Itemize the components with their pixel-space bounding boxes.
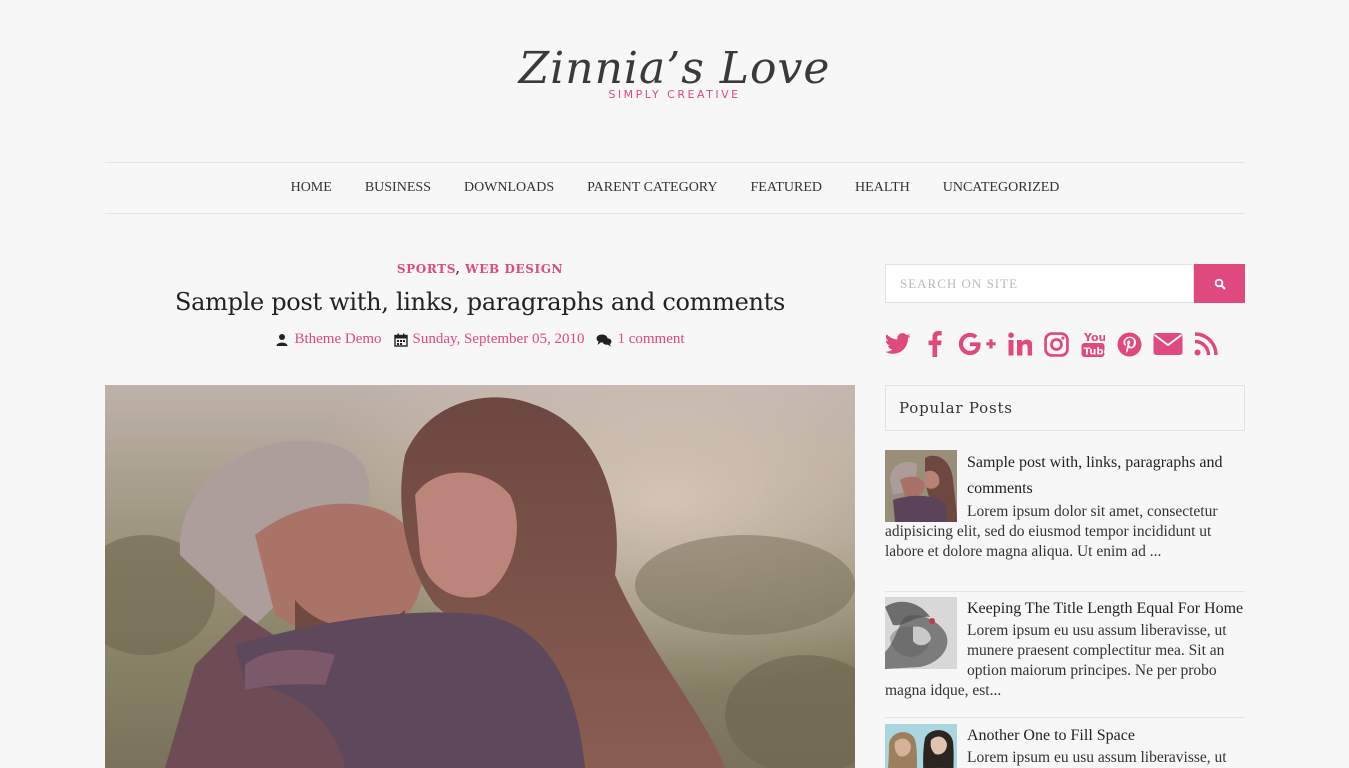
post-comments-wrap: 1 comment: [596, 331, 685, 348]
search-button[interactable]: [1194, 264, 1245, 303]
youtube-icon[interactable]: You Tube: [1080, 330, 1106, 358]
category-separator: ,: [455, 262, 461, 276]
site-tagline: SIMPLY CREATIVE: [608, 88, 741, 101]
post-comments-link[interactable]: 1 comment: [617, 331, 684, 348]
google-plus-icon[interactable]: [958, 330, 996, 358]
post-author[interactable]: Btheme Demo: [294, 331, 381, 348]
nav-item-uncategorized[interactable]: UNCATEGORIZED: [943, 180, 1060, 196]
email-icon[interactable]: [1153, 330, 1183, 358]
svg-text:Tube: Tube: [1083, 347, 1105, 358]
post-thumbnail[interactable]: [885, 724, 957, 768]
comments-icon: [596, 334, 612, 346]
nav-item-downloads[interactable]: DOWNLOADS: [464, 180, 554, 196]
post-featured-image[interactable]: [105, 385, 855, 768]
instagram-icon[interactable]: [1043, 330, 1069, 358]
nav-item-business[interactable]: BUSINESS: [365, 180, 431, 196]
post-thumbnail[interactable]: [885, 450, 957, 522]
svg-text:You: You: [1083, 331, 1105, 344]
site-header: Zinnia’s Love SIMPLY CREATIVE: [0, 0, 1349, 162]
post-header: SPORTS, WEB DESIGN Sample post with, lin…: [105, 262, 855, 348]
search-input[interactable]: [885, 264, 1194, 303]
social-links: You Tube: [885, 326, 1245, 362]
popular-posts-header: Popular Posts: [885, 385, 1245, 431]
popular-posts-title: Popular Posts: [899, 399, 1013, 417]
nav-item-home[interactable]: HOME: [291, 180, 332, 196]
pinterest-icon[interactable]: [1116, 330, 1142, 358]
rss-icon[interactable]: [1193, 330, 1219, 358]
post-categories: SPORTS, WEB DESIGN: [105, 262, 855, 276]
popular-posts-list: Sample post with, links, paragraphs and …: [885, 450, 1245, 768]
user-icon: [276, 333, 288, 346]
nav-item-health[interactable]: HEALTH: [855, 180, 910, 196]
list-item: Sample post with, links, paragraphs and …: [885, 450, 1245, 592]
nav-item-featured[interactable]: FEATURED: [750, 180, 822, 196]
calendar-icon: [393, 333, 408, 347]
linkedin-icon[interactable]: [1007, 330, 1033, 358]
search-form: [885, 264, 1245, 303]
main-nav: HOME BUSINESS DOWNLOADS PARENT CATEGORY …: [105, 162, 1245, 214]
site-title[interactable]: Zinnia’s Love: [519, 44, 831, 94]
list-item: Another One to Fill Space Lorem ipsum eu…: [885, 724, 1245, 768]
facebook-icon[interactable]: [922, 330, 948, 358]
post-meta: Btheme Demo Sunday, September 05, 2010 1…: [105, 331, 855, 348]
category-link-sports[interactable]: SPORTS: [397, 262, 456, 276]
category-link-web-design[interactable]: WEB DESIGN: [465, 262, 563, 276]
post-thumbnail[interactable]: [885, 597, 957, 669]
twitter-icon[interactable]: [885, 330, 911, 358]
list-item: Keeping The Title Length Equal For Home …: [885, 597, 1245, 718]
post-date-wrap: Sunday, September 05, 2010: [393, 331, 585, 348]
post-author-wrap: Btheme Demo: [275, 331, 382, 348]
post-title[interactable]: Sample post with, links, paragraphs and …: [105, 287, 855, 317]
post-date[interactable]: Sunday, September 05, 2010: [413, 331, 585, 348]
search-icon: [1214, 278, 1225, 289]
couple-kissing-photo: [105, 385, 855, 768]
nav-item-parent-category[interactable]: PARENT CATEGORY: [587, 180, 717, 196]
site-logo[interactable]: Zinnia’s Love SIMPLY CREATIVE: [0, 44, 1349, 102]
